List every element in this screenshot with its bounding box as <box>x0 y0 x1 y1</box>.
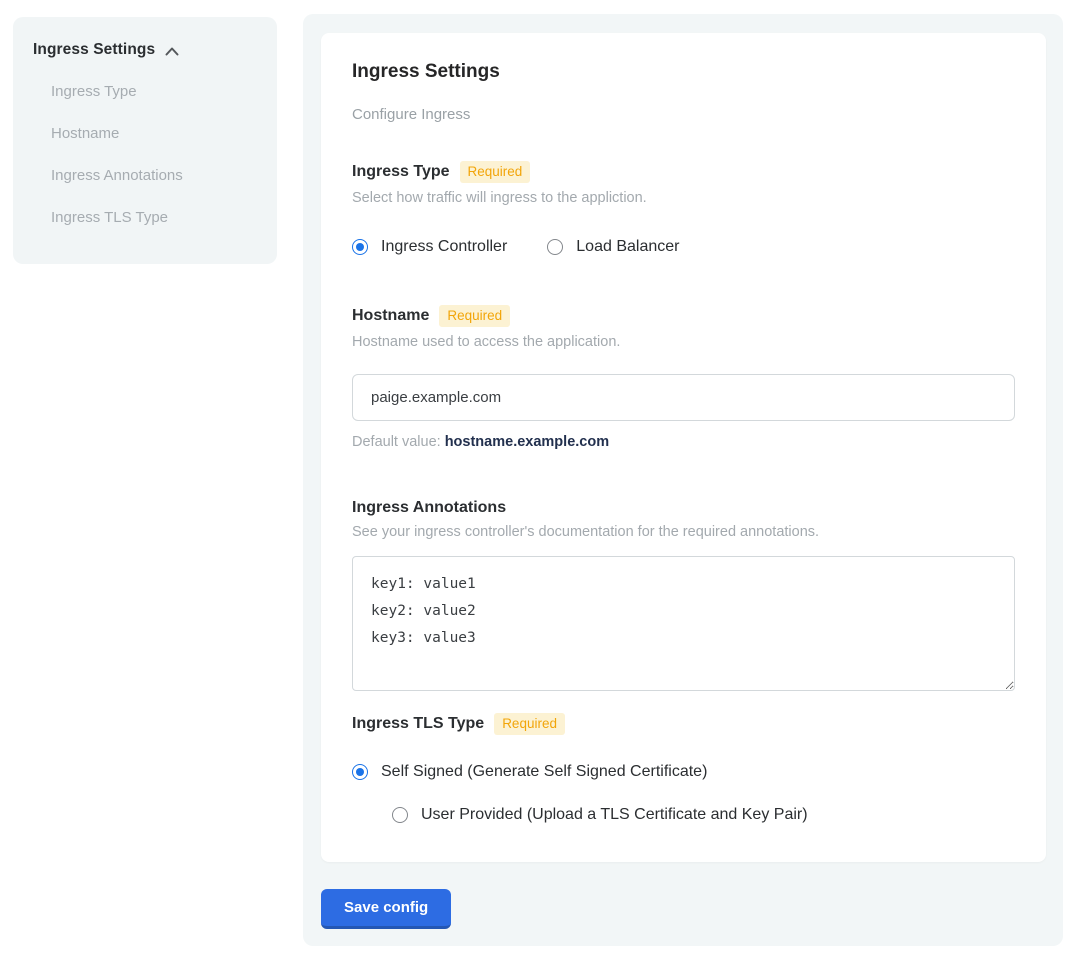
chevron-up-icon <box>165 47 179 56</box>
ingress-annotations-label: Ingress Annotations <box>352 499 506 517</box>
annotations-textarea[interactable]: key1: value1 key2: value2 key3: value3 <box>352 556 1015 691</box>
ingress-tls-type-label: Ingress TLS Type <box>352 715 484 733</box>
save-config-button[interactable]: Save config <box>321 889 451 929</box>
annotations-description: See your ingress controller's documentat… <box>352 524 1015 540</box>
ingress-settings-sidebar: Ingress Settings Ingress Type Hostname I… <box>13 17 277 264</box>
radio-user-provided[interactable]: User Provided (Upload a TLS Certificate … <box>392 806 1015 824</box>
ingress-type-label: Ingress Type <box>352 163 450 181</box>
radio-ingress-controller-label: Ingress Controller <box>381 238 507 256</box>
radio-selected-icon[interactable] <box>352 764 368 780</box>
tls-type-section-header: Ingress TLS Type Required <box>352 713 1015 735</box>
hostname-description: Hostname used to access the application. <box>352 334 1015 350</box>
annotations-section-header: Ingress Annotations <box>352 499 1015 517</box>
required-badge: Required <box>460 161 531 183</box>
radio-selected-icon[interactable] <box>352 239 368 255</box>
ingress-type-section-header: Ingress Type Required <box>352 161 1015 183</box>
sidebar-item-ingress-type[interactable]: Ingress Type <box>51 83 257 100</box>
required-badge: Required <box>494 713 565 735</box>
required-badge: Required <box>439 305 510 327</box>
default-value-label: Default value: <box>352 434 441 450</box>
radio-load-balancer-label: Load Balancer <box>576 238 679 256</box>
config-panel: Ingress Settings Configure Ingress Ingre… <box>303 14 1063 946</box>
sidebar-section-toggle[interactable]: Ingress Settings <box>33 41 257 59</box>
radio-user-provided-label: User Provided (Upload a TLS Certificate … <box>421 806 808 824</box>
hostname-input[interactable] <box>352 374 1015 421</box>
sidebar-item-hostname[interactable]: Hostname <box>51 125 257 142</box>
page-subtitle: Configure Ingress <box>352 106 1015 123</box>
default-value-text: hostname.example.com <box>445 434 609 450</box>
radio-self-signed-label: Self Signed (Generate Self Signed Certif… <box>381 763 707 781</box>
sidebar-item-ingress-tls-type[interactable]: Ingress TLS Type <box>51 209 257 226</box>
ingress-type-radio-group: Ingress Controller Load Balancer <box>352 238 1015 256</box>
sidebar-item-ingress-annotations[interactable]: Ingress Annotations <box>51 167 257 184</box>
hostname-section-header: Hostname Required <box>352 305 1015 327</box>
ingress-settings-card: Ingress Settings Configure Ingress Ingre… <box>321 33 1046 862</box>
hostname-default-line: Default value: hostname.example.com <box>352 434 1015 450</box>
radio-self-signed[interactable]: Self Signed (Generate Self Signed Certif… <box>352 763 1015 781</box>
sidebar-section-title: Ingress Settings <box>33 41 155 59</box>
radio-load-balancer[interactable]: Load Balancer <box>547 238 679 256</box>
hostname-label: Hostname <box>352 307 429 325</box>
radio-ingress-controller[interactable]: Ingress Controller <box>352 238 507 256</box>
radio-unselected-icon[interactable] <box>547 239 563 255</box>
ingress-type-description: Select how traffic will ingress to the a… <box>352 190 1015 206</box>
radio-unselected-icon[interactable] <box>392 807 408 823</box>
page-title: Ingress Settings <box>352 61 1015 83</box>
